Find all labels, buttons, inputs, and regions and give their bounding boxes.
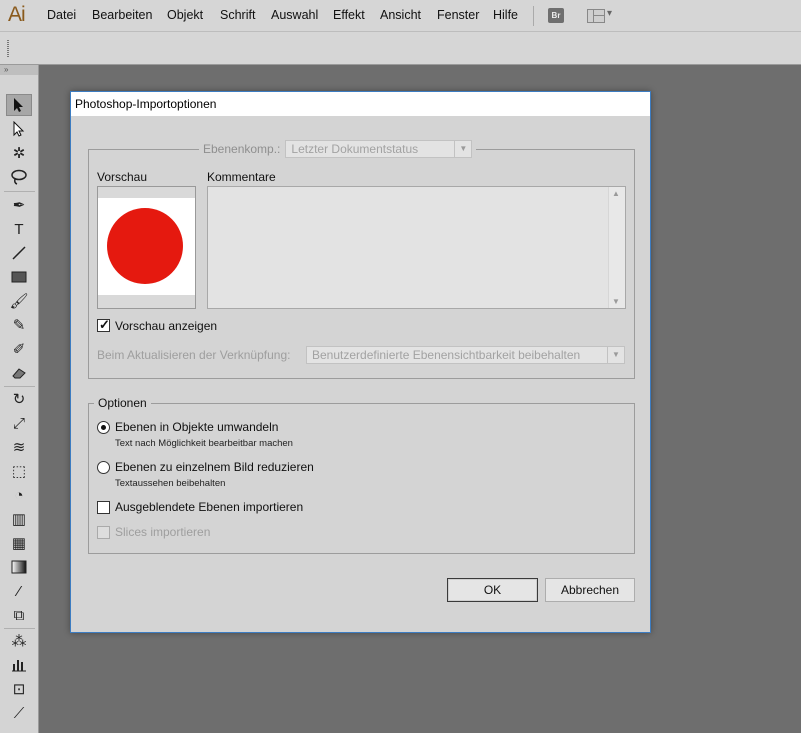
convert-layers-radio[interactable] xyxy=(97,421,110,434)
photoshop-import-dialog: Photoshop-Importoptionen Ebenenkomp.: Le… xyxy=(70,91,651,633)
convert-layers-label[interactable]: Ebenen in Objekte umwandeln xyxy=(115,420,278,434)
radio-selected-dot xyxy=(101,425,106,430)
ok-button[interactable]: OK xyxy=(447,578,538,602)
tool-divider xyxy=(4,191,35,192)
menu-hilfe[interactable]: Hilfe xyxy=(493,8,518,22)
chevron-down-icon: ▼ xyxy=(454,141,471,157)
layer-comp-row: Ebenenkomp.: Letzter Dokumentstatus ▼ xyxy=(199,138,477,160)
slices-checkbox[interactable] xyxy=(97,526,110,539)
free-transform-tool-icon[interactable]: ⬚ xyxy=(6,460,32,482)
menu-bearbeiten[interactable]: Bearbeiten xyxy=(92,8,152,22)
rotate-tool-icon[interactable]: ↻ xyxy=(6,388,32,410)
checkmark-icon: ✓ xyxy=(99,317,110,332)
chevron-down-icon[interactable]: ▾ xyxy=(607,8,612,19)
column-graph-tool-icon[interactable] xyxy=(6,654,32,676)
update-link-label: Beim Aktualisieren der Verknüpfung: xyxy=(97,348,291,362)
flatten-layers-label[interactable]: Ebenen zu einzelnem Bild reduzieren xyxy=(115,460,314,474)
comments-textarea[interactable]: ▲ ▼ xyxy=(207,186,626,309)
update-link-value: Benutzerdefinierte Ebenensichtbarkeit be… xyxy=(312,348,581,362)
bridge-button[interactable]: Br xyxy=(548,8,564,23)
menu-auswahl[interactable]: Auswahl xyxy=(271,8,318,22)
control-bar xyxy=(0,32,801,65)
layer-comp-label: Ebenenkomp.: xyxy=(203,142,281,156)
menu-effekt[interactable]: Effekt xyxy=(333,8,365,22)
lasso-tool-icon[interactable] xyxy=(6,166,32,188)
slices-label: Slices importieren xyxy=(115,525,211,539)
chevron-down-icon: ▼ xyxy=(607,347,624,363)
layer-comp-value: Letzter Dokumentstatus xyxy=(291,142,419,156)
flatten-layers-radio[interactable] xyxy=(97,461,110,474)
comments-label: Kommentare xyxy=(207,170,276,184)
menu-objekt[interactable]: Objekt xyxy=(167,8,203,22)
menu-schrift[interactable]: Schrift xyxy=(220,8,255,22)
magic-wand-tool-icon[interactable]: ✲ xyxy=(6,142,32,164)
perspective-grid-tool-icon[interactable]: ▥ xyxy=(6,508,32,530)
panel-grip-handle[interactable] xyxy=(7,40,9,57)
selection-tool-icon[interactable] xyxy=(6,94,32,116)
workspace-layout-icon[interactable] xyxy=(587,9,605,23)
options-legend: Optionen xyxy=(94,396,151,410)
tool-divider xyxy=(4,628,35,629)
tool-divider xyxy=(4,386,35,387)
preview-image xyxy=(97,186,196,309)
flatten-layers-sublabel: Textaussehen beibehalten xyxy=(115,478,226,489)
update-link-select[interactable]: Benutzerdefinierte Ebenensichtbarkeit be… xyxy=(306,346,625,364)
shape-builder-tool-icon[interactable]: ◔ xyxy=(6,484,32,506)
rectangle-tool-icon[interactable] xyxy=(6,266,32,288)
scroll-down-icon[interactable]: ▼ xyxy=(612,297,620,306)
direct-selection-tool-icon[interactable] xyxy=(6,118,32,140)
preview-label: Vorschau xyxy=(97,170,148,184)
gradient-tool-icon[interactable] xyxy=(6,556,32,578)
blend-tool-icon[interactable]: ⧉ xyxy=(6,604,32,626)
show-preview-checkbox[interactable]: ✓ xyxy=(97,317,110,332)
scale-tool-icon[interactable]: ⤢ xyxy=(6,412,32,434)
eraser-tool-icon[interactable] xyxy=(6,362,32,384)
type-tool-icon[interactable]: T xyxy=(6,218,32,240)
mesh-tool-icon[interactable]: ▦ xyxy=(6,532,32,554)
tools-panel: » ✲ ✒ T 🖌 ✎ ✐ ↻ ⤢ ≋ ⬚ ◔ ▥ ▦ ⁄ ⧉ ⁂ ⊡ ⟋ xyxy=(0,65,39,733)
blob-brush-tool-icon[interactable]: ✐ xyxy=(6,338,32,360)
preview-red-circle xyxy=(107,208,183,284)
scroll-up-icon[interactable]: ▲ xyxy=(612,189,620,198)
menu-datei[interactable]: Datei xyxy=(47,8,76,22)
tools-collapse-icon[interactable]: » xyxy=(0,65,38,75)
menu-separator xyxy=(533,6,534,26)
symbol-sprayer-tool-icon[interactable]: ⁂ xyxy=(6,630,32,652)
dialog-title: Photoshop-Importoptionen xyxy=(75,97,217,111)
artboard-tool-icon[interactable]: ⊡ xyxy=(6,678,32,700)
menu-fenster[interactable]: Fenster xyxy=(437,8,479,22)
hidden-layers-label[interactable]: Ausgeblendete Ebenen importieren xyxy=(115,500,303,514)
line-tool-icon[interactable] xyxy=(6,242,32,264)
layer-comp-select[interactable]: Letzter Dokumentstatus ▼ xyxy=(285,140,473,158)
convert-layers-sublabel: Text nach Möglichkeit bearbeitbar machen xyxy=(115,438,293,449)
menu-ansicht[interactable]: Ansicht xyxy=(380,8,421,22)
slice-tool-icon[interactable]: ⟋ xyxy=(6,702,32,724)
pen-tool-icon[interactable]: ✒ xyxy=(6,194,32,216)
app-logo: Ai xyxy=(8,3,26,26)
dialog-titlebar[interactable]: Photoshop-Importoptionen xyxy=(71,92,650,116)
comments-scrollbar[interactable]: ▲ ▼ xyxy=(608,187,625,308)
width-tool-icon[interactable]: ≋ xyxy=(6,436,32,458)
menu-bar: Ai Datei Bearbeiten Objekt Schrift Auswa… xyxy=(0,0,801,32)
cancel-button[interactable]: Abbrechen xyxy=(545,578,635,602)
pencil-tool-icon[interactable]: ✎ xyxy=(6,314,32,336)
hidden-layers-checkbox[interactable] xyxy=(97,501,110,514)
paintbrush-tool-icon[interactable]: 🖌 xyxy=(6,290,32,312)
show-preview-label[interactable]: Vorschau anzeigen xyxy=(115,319,217,333)
eyedropper-tool-icon[interactable]: ⁄ xyxy=(6,580,32,602)
